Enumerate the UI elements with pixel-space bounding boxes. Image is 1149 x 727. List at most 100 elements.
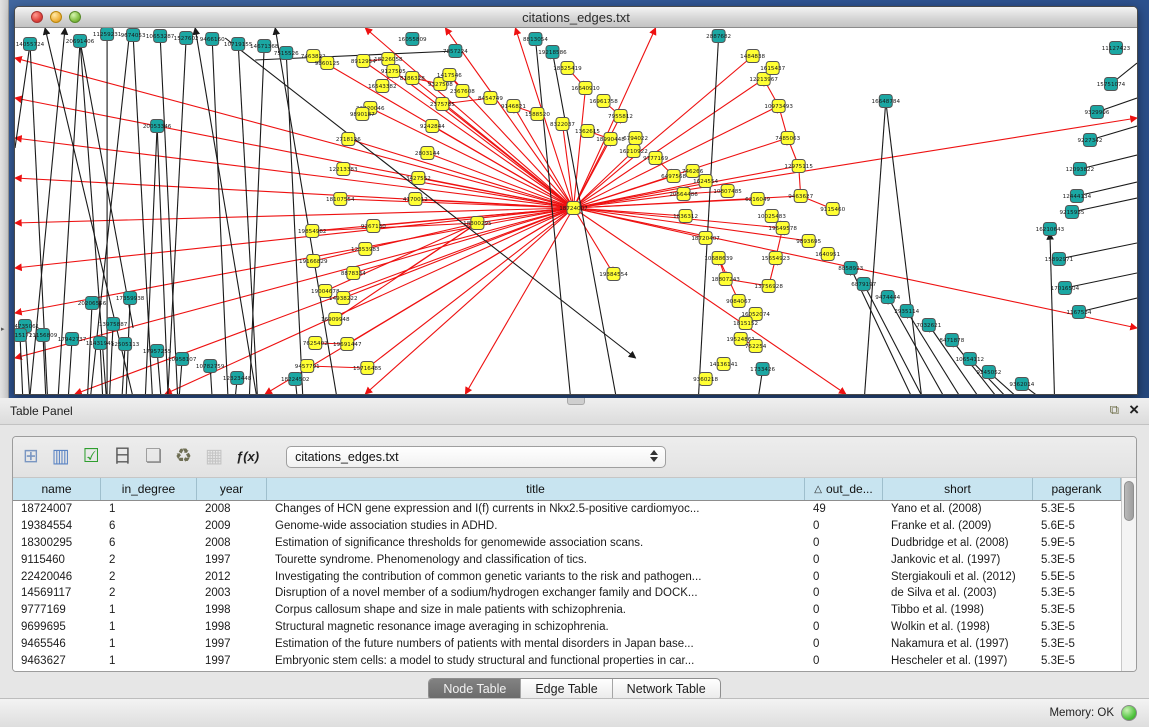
graph-node[interactable]: 8813054 [523, 33, 548, 46]
graph-node[interactable]: 10654112 [956, 353, 984, 366]
graph-node[interactable]: 14055724 [16, 38, 45, 51]
cell-view-icon[interactable]: 日 [113, 446, 132, 468]
graph-node[interactable]: 16648784 [872, 95, 901, 108]
column-header-out_de[interactable]: △out_de... [805, 478, 883, 500]
column-header-title[interactable]: title [267, 478, 805, 500]
table-row[interactable]: 1938455462009Genome-wide association stu… [13, 518, 1121, 535]
graph-node[interactable]: 7032621 [916, 319, 941, 332]
graph-node[interactable]: 1167534 [1066, 306, 1091, 319]
graph-node[interactable]: 10719155 [224, 38, 253, 51]
graph-node[interactable]: 10807485 [713, 185, 742, 198]
graph-node[interactable]: 9466160 [200, 33, 225, 46]
graph-node[interactable]: 4170012 [403, 193, 428, 206]
network-canvas[interactable]: 1405572420691406112592319674053106532871… [15, 28, 1137, 394]
graph-node[interactable]: 9474444 [875, 291, 900, 304]
graph-node[interactable]: 19384554 [599, 268, 628, 281]
graph-node[interactable]: 12353983 [351, 243, 380, 256]
graph-node[interactable]: 6794022 [623, 132, 648, 145]
graph-node[interactable]: 1836312 [673, 210, 698, 223]
graph-node[interactable]: 12093822 [1066, 163, 1094, 176]
graph-node[interactable]: 9084067 [726, 295, 751, 308]
graph-node[interactable]: 13756928 [754, 280, 783, 293]
graph-node[interactable]: 1733426 [750, 363, 775, 376]
graph-node[interactable]: 11259231 [93, 28, 122, 41]
zoom-window-icon[interactable] [69, 11, 81, 23]
graph-node[interactable]: 9362014 [1009, 378, 1034, 391]
graph-node[interactable]: 16909948 [321, 313, 350, 326]
graph-node[interactable]: 12505113 [111, 338, 140, 351]
graph-node[interactable]: 19166829 [299, 255, 328, 268]
table-row[interactable]: 1456911722003Disruption of a novel membe… [13, 585, 1121, 602]
pane-collapse-arrow[interactable]: ▸ [1, 326, 5, 333]
window-titlebar[interactable]: citations_edges.txt [15, 7, 1137, 28]
graph-node[interactable]: 18807243 [711, 273, 740, 286]
graph-node[interactable]: 19691447 [333, 338, 362, 351]
table-row[interactable]: 946554611997Estimation of the future num… [13, 635, 1121, 652]
graph-node[interactable]: 6216049 [745, 193, 770, 206]
graph-node[interactable]: 16961758 [589, 95, 618, 108]
graph-node[interactable]: 15716485 [353, 362, 382, 375]
column-header-in_degree[interactable]: in_degree [101, 478, 197, 500]
graph-node[interactable]: 9463627 [788, 190, 813, 203]
new-column-icon[interactable]: ❏ [145, 446, 162, 468]
column-select-icon[interactable]: ▥ [52, 446, 70, 468]
graph-node[interactable]: 10782759 [196, 360, 225, 373]
graph-node[interactable]: 18325419 [553, 62, 582, 75]
graph-node[interactable]: 1362615 [575, 125, 600, 138]
vertical-scrollbar[interactable] [1121, 478, 1136, 671]
graph-node[interactable]: 19649578 [768, 222, 797, 235]
graph-node[interactable]: 2718126 [336, 133, 361, 146]
graph-node[interactable]: 15751074 [1097, 78, 1126, 91]
tab-node-table[interactable]: Node Table [429, 679, 521, 700]
graph-node[interactable]: 1527602 [174, 32, 199, 45]
graph-node[interactable]: 2803144 [415, 147, 440, 160]
graph-node[interactable]: 1640951 [815, 248, 840, 261]
close-panel-icon[interactable]: × [1129, 401, 1139, 419]
graph-node[interactable]: 17016504 [1051, 282, 1080, 295]
graph-node[interactable]: 10958107 [168, 353, 197, 366]
graph-node[interactable]: 2887682 [706, 30, 731, 43]
table-row[interactable]: 911546021997Tourette syndrome. Phenomeno… [13, 551, 1121, 568]
graph-node[interactable]: 11156809 [29, 329, 58, 342]
graph-node[interactable]: 7485063 [775, 132, 800, 145]
graph-node[interactable]: 1588520 [525, 108, 550, 121]
graph-node[interactable]: 16640910 [571, 82, 600, 95]
column-header-short[interactable]: short [883, 478, 1033, 500]
graph-node[interactable]: 20053346 [143, 120, 172, 133]
table-selector-dropdown[interactable]: citations_edges.txt [286, 446, 666, 468]
graph-node[interactable]: 20206556 [78, 297, 107, 310]
graph-node[interactable]: 16210643 [1036, 223, 1065, 236]
graph-node[interactable]: 9227342 [1077, 134, 1102, 147]
graph-node[interactable]: 16055809 [398, 33, 427, 46]
graph-node[interactable]: 9893695 [796, 235, 821, 248]
table-row[interactable]: 946362711997Embryonic stem cells: a mode… [13, 652, 1121, 669]
float-panel-icon[interactable]: ⧉ [1110, 401, 1119, 419]
graph-node[interactable]: 8858923 [838, 262, 863, 275]
graph-node[interactable]: 18224502 [281, 373, 309, 386]
graph-node[interactable]: 8471878 [939, 334, 964, 347]
graph-node[interactable]: 3427552 [406, 172, 431, 185]
graph-node[interactable]: 19854982 [298, 225, 326, 238]
graph-node[interactable]: 8454749 [478, 92, 503, 105]
graph-node[interactable]: 2367608 [450, 85, 475, 98]
graph-node[interactable]: 15892971 [1045, 253, 1074, 266]
graph-node[interactable]: 9674053 [121, 29, 146, 42]
select-rows-icon[interactable]: ☑ [83, 446, 100, 468]
graph-node[interactable]: 2375785 [430, 98, 455, 111]
tab-edge-table[interactable]: Edge Table [521, 679, 612, 700]
table-settings-icon[interactable]: ⊞ [23, 446, 39, 468]
graph-node[interactable]: 10653287 [146, 30, 175, 43]
graph-node[interactable]: 8322037 [550, 118, 575, 131]
function-builder-icon[interactable]: ƒ(x) [236, 446, 259, 468]
column-header-pagerank[interactable]: pagerank [1033, 478, 1121, 500]
graph-node[interactable]: 19218586 [538, 46, 567, 59]
graph-node[interactable]: 9329906 [1084, 106, 1109, 119]
table-row[interactable]: 2242004622012Investigating the contribut… [13, 568, 1121, 585]
graph-node[interactable]: 9360218 [693, 373, 718, 386]
memory-indicator-icon[interactable] [1121, 705, 1137, 721]
graph-node[interactable]: 7625402 [303, 337, 328, 350]
table-row[interactable]: 1830029562008Estimation of significance … [13, 535, 1121, 552]
table-row[interactable]: 977716911998Corpus callosum shape and si… [13, 602, 1121, 619]
tab-network-table[interactable]: Network Table [613, 679, 720, 700]
column-header-year[interactable]: year [197, 478, 267, 500]
